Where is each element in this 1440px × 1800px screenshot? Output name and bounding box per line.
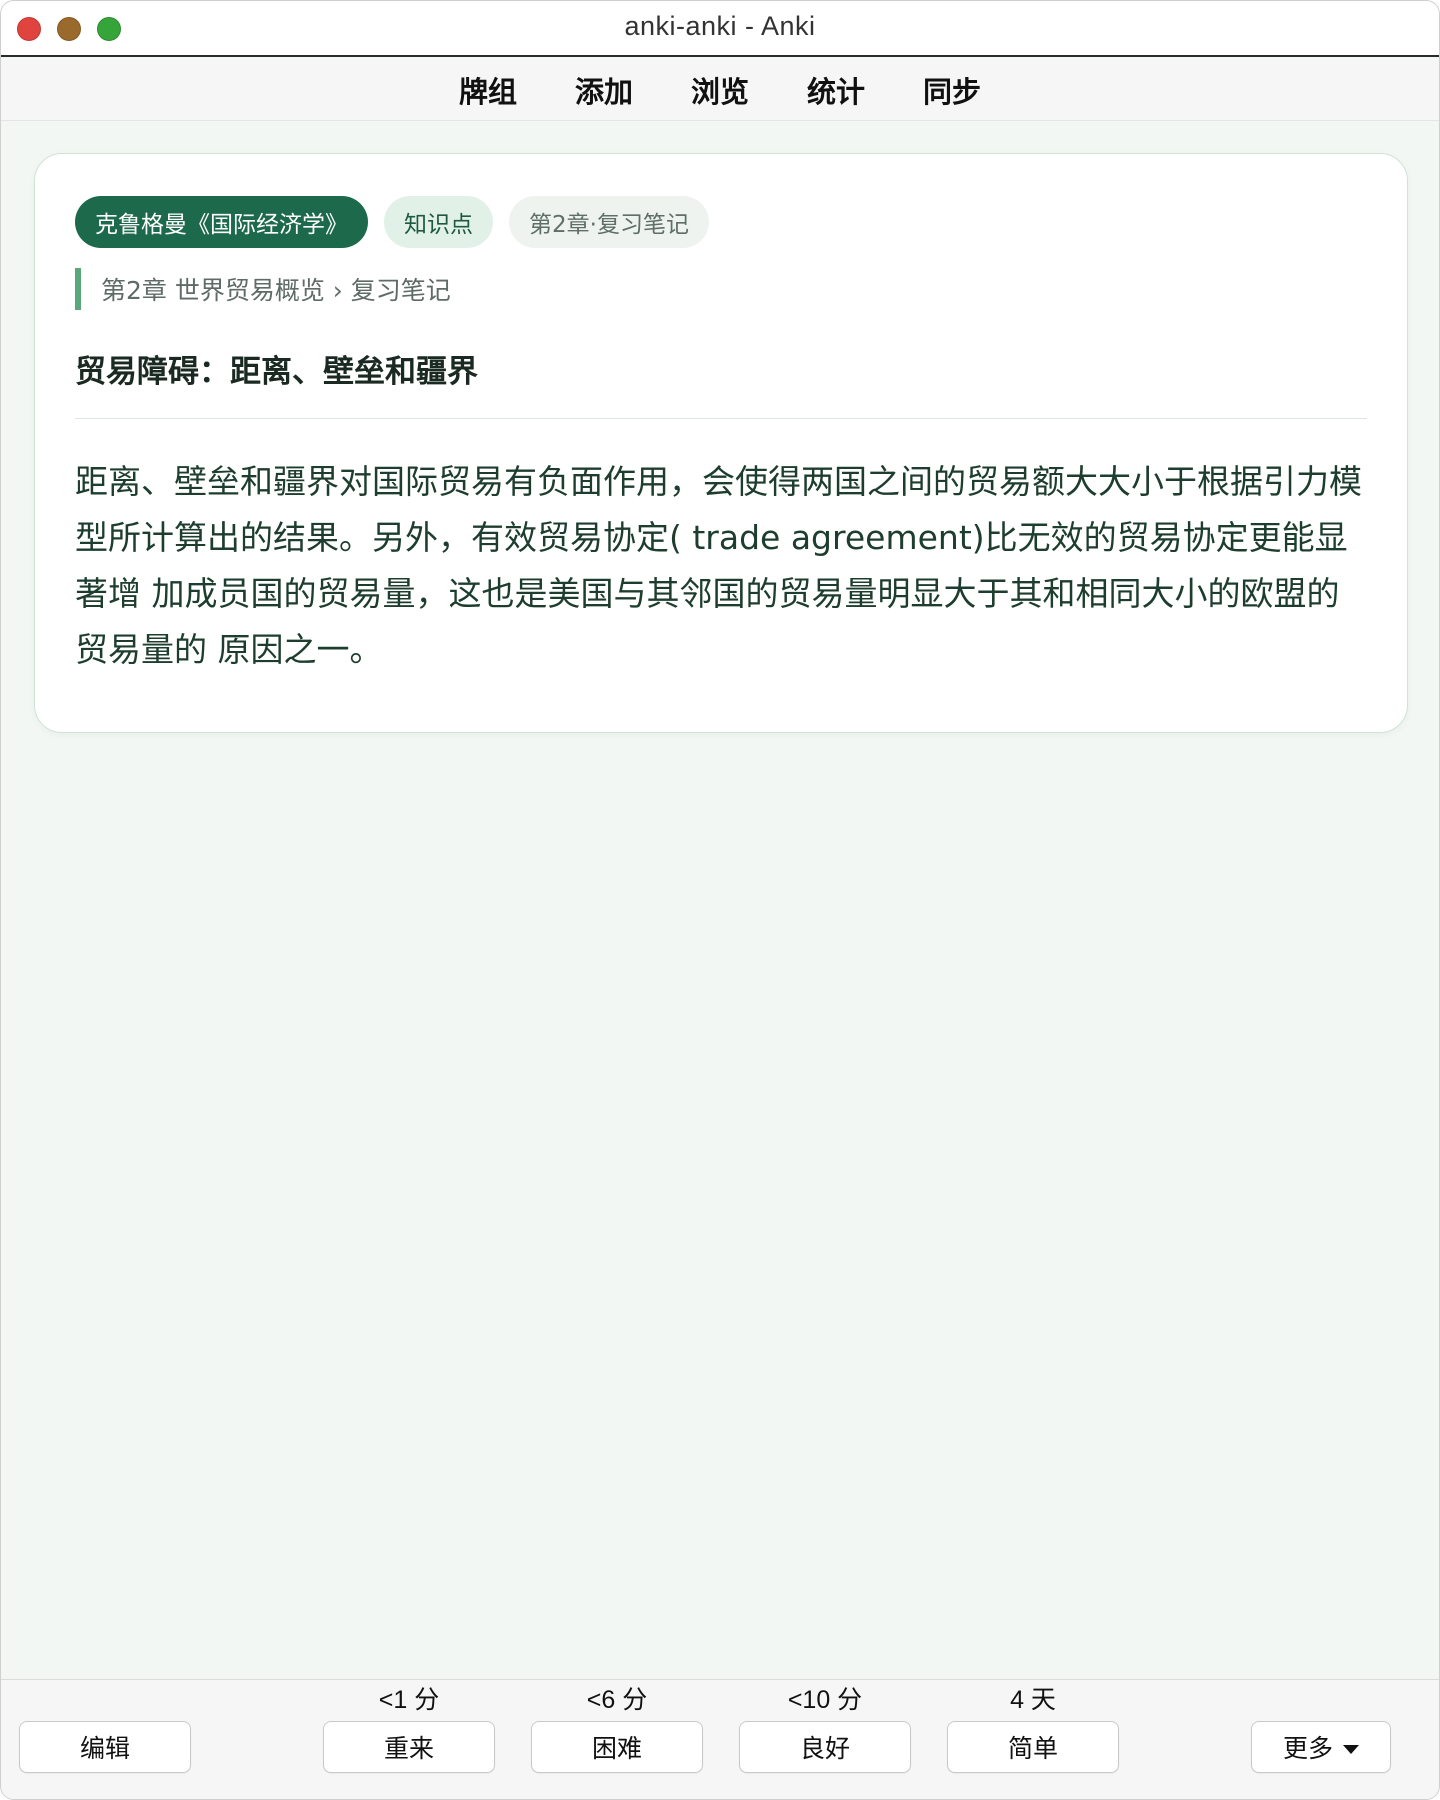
edit-button[interactable]: 编辑 bbox=[19, 1721, 191, 1773]
nav-sync[interactable]: 同步 bbox=[894, 69, 1010, 111]
nav-browse[interactable]: 浏览 bbox=[662, 69, 778, 111]
more-label: 更多 bbox=[1282, 1734, 1333, 1763]
again-button[interactable]: 重来 bbox=[323, 1721, 495, 1773]
review-card: 克鲁格曼《国际经济学》 知识点 第2章·复习笔记 第2章 世界贸易概览 › 复习… bbox=[34, 153, 1408, 733]
tag-chapter: 第2章·复习笔记 bbox=[509, 196, 709, 248]
good-interval: <10 分 bbox=[787, 1686, 863, 1714]
easy-interval: 4 天 bbox=[1010, 1686, 1056, 1714]
hard-button[interactable]: 困难 bbox=[531, 1721, 703, 1773]
again-interval: <1 分 bbox=[378, 1686, 440, 1714]
anki-window: anki-anki - Anki 牌组 添加 浏览 统计 同步 克鲁格曼《国际经… bbox=[0, 0, 1440, 1800]
card-title: 贸易障碍：距离、壁垒和疆界 bbox=[75, 354, 478, 390]
title-bar: anki-anki - Anki bbox=[1, 1, 1439, 57]
top-navigation: 牌组 添加 浏览 统计 同步 bbox=[1, 59, 1439, 121]
more-button[interactable]: 更多 bbox=[1251, 1721, 1391, 1773]
window-title: anki-anki - Anki bbox=[624, 11, 816, 41]
nav-add[interactable]: 添加 bbox=[546, 69, 662, 111]
nav-decks[interactable]: 牌组 bbox=[430, 69, 546, 111]
chevron-down-icon bbox=[1343, 1744, 1359, 1754]
hard-interval: <6 分 bbox=[586, 1686, 648, 1714]
card-content: 距离、壁垒和疆界对国际贸易有负面作用，会使得两国之间的贸易额大大小于根据引力模型… bbox=[75, 462, 1362, 669]
card-divider bbox=[75, 418, 1367, 419]
tag-type: 知识点 bbox=[384, 196, 493, 248]
good-button[interactable]: 良好 bbox=[739, 1721, 911, 1773]
easy-button[interactable]: 简单 bbox=[947, 1721, 1119, 1773]
nav-stats[interactable]: 统计 bbox=[778, 69, 894, 111]
card-tags: 克鲁格曼《国际经济学》 知识点 第2章·复习笔记 bbox=[75, 196, 709, 248]
tag-book: 克鲁格曼《国际经济学》 bbox=[75, 196, 368, 248]
answer-bar: 编辑 <1 分 重来 <6 分 困难 <10 分 良好 4 天 简单 更多 bbox=[1, 1679, 1439, 1799]
card-breadcrumb: 第2章 世界贸易概览 › 复习笔记 bbox=[75, 268, 451, 310]
